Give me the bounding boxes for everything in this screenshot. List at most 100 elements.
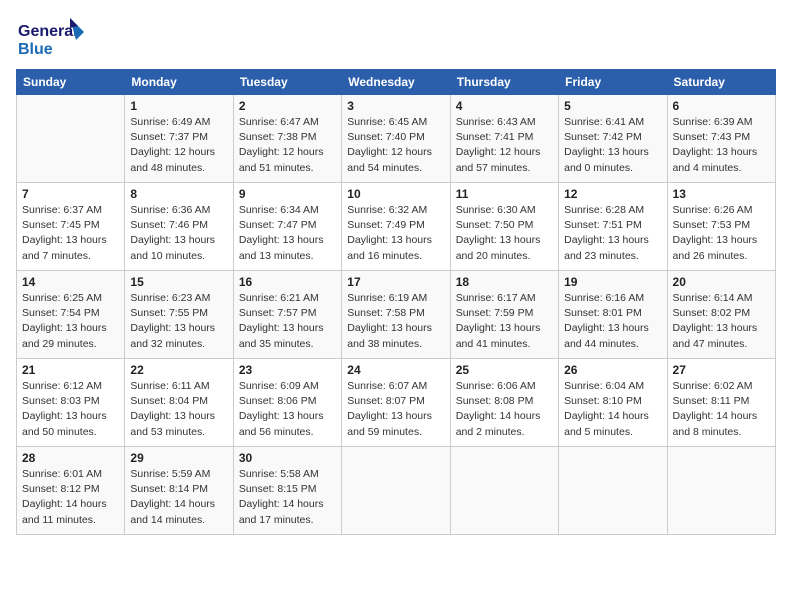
day-info: Sunrise: 6:04 AM Sunset: 8:10 PM Dayligh… [564,379,661,440]
day-number: 20 [673,275,770,289]
day-info: Sunrise: 6:01 AM Sunset: 8:12 PM Dayligh… [22,467,119,528]
col-header-saturday: Saturday [667,70,775,95]
day-info: Sunrise: 6:14 AM Sunset: 8:02 PM Dayligh… [673,291,770,352]
day-number: 14 [22,275,119,289]
day-number: 29 [130,451,227,465]
day-info: Sunrise: 5:58 AM Sunset: 8:15 PM Dayligh… [239,467,336,528]
calendar-cell: 6Sunrise: 6:39 AM Sunset: 7:43 PM Daylig… [667,95,775,183]
calendar-cell: 2 Sunrise: 6:47 AM Sunset: 7:38 PM Daylig… [233,95,341,183]
calendar-cell: 28 Sunrise: 6:01 AM Sunset: 8:12 PM Dayli… [17,447,125,535]
week-row-3: 14Sunrise: 6:25 AM Sunset: 7:54 PM Dayli… [17,271,776,359]
day-info: Sunrise: 6:45 AM Sunset: 7:40 PM Dayligh… [347,115,444,176]
calendar-cell: 11 Sunrise: 6:30 AM Sunset: 7:50 PM Dayli… [450,183,558,271]
calendar-cell [342,447,450,535]
day-info: Sunrise: 6:02 AM Sunset: 8:11 PM Dayligh… [673,379,770,440]
day-info: Sunrise: 6:12 AM Sunset: 8:03 PM Dayligh… [22,379,119,440]
day-number: 8 [130,187,227,201]
col-header-tuesday: Tuesday [233,70,341,95]
calendar-cell: 10 Sunrise: 6:32 AM Sunset: 7:49 PM Dayli… [342,183,450,271]
calendar-cell: 19Sunrise: 6:16 AM Sunset: 8:01 PM Dayli… [559,271,667,359]
day-info: Sunrise: 6:41 AM Sunset: 7:42 PM Dayligh… [564,115,661,176]
day-number: 17 [347,275,444,289]
day-info: Sunrise: 6:06 AM Sunset: 8:08 PM Dayligh… [456,379,553,440]
calendar-cell: 17Sunrise: 6:19 AM Sunset: 7:58 PM Dayli… [342,271,450,359]
calendar-cell: 29 Sunrise: 5:59 AM Sunset: 8:14 PM Dayli… [125,447,233,535]
page-header: GeneralBlue [16,16,776,61]
calendar-cell [450,447,558,535]
day-info: Sunrise: 6:37 AM Sunset: 7:45 PM Dayligh… [22,203,119,264]
day-number: 10 [347,187,444,201]
svg-text:General: General [18,23,78,40]
col-header-monday: Monday [125,70,233,95]
calendar-cell: 20 Sunrise: 6:14 AM Sunset: 8:02 PM Dayli… [667,271,775,359]
calendar-cell: 9 Sunrise: 6:34 AM Sunset: 7:47 PM Daylig… [233,183,341,271]
day-info: Sunrise: 6:30 AM Sunset: 7:50 PM Dayligh… [456,203,553,264]
day-number: 24 [347,363,444,377]
day-info: Sunrise: 6:28 AM Sunset: 7:51 PM Dayligh… [564,203,661,264]
day-info: Sunrise: 6:36 AM Sunset: 7:46 PM Dayligh… [130,203,227,264]
day-info: Sunrise: 6:43 AM Sunset: 7:41 PM Dayligh… [456,115,553,176]
calendar-cell: 8 Sunrise: 6:36 AM Sunset: 7:46 PM Daylig… [125,183,233,271]
day-number: 6 [673,99,770,113]
day-number: 13 [673,187,770,201]
day-number: 9 [239,187,336,201]
day-number: 4 [456,99,553,113]
calendar-cell: 23 Sunrise: 6:09 AM Sunset: 8:06 PM Dayli… [233,359,341,447]
calendar-cell: 18Sunrise: 6:17 AM Sunset: 7:59 PM Dayli… [450,271,558,359]
calendar-cell: 21 Sunrise: 6:12 AM Sunset: 8:03 PM Dayli… [17,359,125,447]
day-info: Sunrise: 6:17 AM Sunset: 7:59 PM Dayligh… [456,291,553,352]
logo: GeneralBlue [16,16,86,61]
day-number: 28 [22,451,119,465]
day-number: 7 [22,187,119,201]
day-number: 11 [456,187,553,201]
week-row-5: 28 Sunrise: 6:01 AM Sunset: 8:12 PM Dayli… [17,447,776,535]
day-info: Sunrise: 6:26 AM Sunset: 7:53 PM Dayligh… [673,203,770,264]
week-row-1: 1 Sunrise: 6:49 AM Sunset: 7:37 PM Daylig… [17,95,776,183]
day-number: 22 [130,363,227,377]
day-number: 23 [239,363,336,377]
day-info: Sunrise: 6:49 AM Sunset: 7:37 PM Dayligh… [130,115,227,176]
day-info: Sunrise: 6:34 AM Sunset: 7:47 PM Dayligh… [239,203,336,264]
day-number: 27 [673,363,770,377]
calendar-cell [559,447,667,535]
day-info: Sunrise: 6:21 AM Sunset: 7:57 PM Dayligh… [239,291,336,352]
day-number: 25 [456,363,553,377]
day-number: 5 [564,99,661,113]
calendar-cell: 7 Sunrise: 6:37 AM Sunset: 7:45 PM Daylig… [17,183,125,271]
day-info: Sunrise: 6:32 AM Sunset: 7:49 PM Dayligh… [347,203,444,264]
week-row-4: 21 Sunrise: 6:12 AM Sunset: 8:03 PM Dayli… [17,359,776,447]
calendar-cell: 27 Sunrise: 6:02 AM Sunset: 8:11 PM Dayli… [667,359,775,447]
day-number: 19 [564,275,661,289]
day-info: Sunrise: 5:59 AM Sunset: 8:14 PM Dayligh… [130,467,227,528]
day-number: 30 [239,451,336,465]
day-number: 1 [130,99,227,113]
calendar-cell: 16Sunrise: 6:21 AM Sunset: 7:57 PM Dayli… [233,271,341,359]
col-header-friday: Friday [559,70,667,95]
column-header-row: SundayMondayTuesdayWednesdayThursdayFrid… [17,70,776,95]
day-number: 2 [239,99,336,113]
day-number: 12 [564,187,661,201]
calendar-cell: 4 Sunrise: 6:43 AM Sunset: 7:41 PM Daylig… [450,95,558,183]
day-info: Sunrise: 6:09 AM Sunset: 8:06 PM Dayligh… [239,379,336,440]
week-row-2: 7 Sunrise: 6:37 AM Sunset: 7:45 PM Daylig… [17,183,776,271]
calendar-cell: 22Sunrise: 6:11 AM Sunset: 8:04 PM Dayli… [125,359,233,447]
day-number: 15 [130,275,227,289]
calendar-cell: 26 Sunrise: 6:04 AM Sunset: 8:10 PM Dayli… [559,359,667,447]
col-header-sunday: Sunday [17,70,125,95]
calendar-cell: 15 Sunrise: 6:23 AM Sunset: 7:55 PM Dayli… [125,271,233,359]
day-info: Sunrise: 6:07 AM Sunset: 8:07 PM Dayligh… [347,379,444,440]
day-info: Sunrise: 6:23 AM Sunset: 7:55 PM Dayligh… [130,291,227,352]
svg-text:Blue: Blue [18,41,53,58]
day-info: Sunrise: 6:47 AM Sunset: 7:38 PM Dayligh… [239,115,336,176]
calendar-cell: 13 Sunrise: 6:26 AM Sunset: 7:53 PM Dayli… [667,183,775,271]
logo-svg: GeneralBlue [16,16,86,61]
col-header-thursday: Thursday [450,70,558,95]
day-number: 26 [564,363,661,377]
calendar-cell: 30 Sunrise: 5:58 AM Sunset: 8:15 PM Dayli… [233,447,341,535]
calendar-cell: 14Sunrise: 6:25 AM Sunset: 7:54 PM Dayli… [17,271,125,359]
calendar-cell: 12 Sunrise: 6:28 AM Sunset: 7:51 PM Dayli… [559,183,667,271]
calendar-cell: 5 Sunrise: 6:41 AM Sunset: 7:42 PM Daylig… [559,95,667,183]
calendar-cell [667,447,775,535]
day-number: 3 [347,99,444,113]
day-number: 21 [22,363,119,377]
